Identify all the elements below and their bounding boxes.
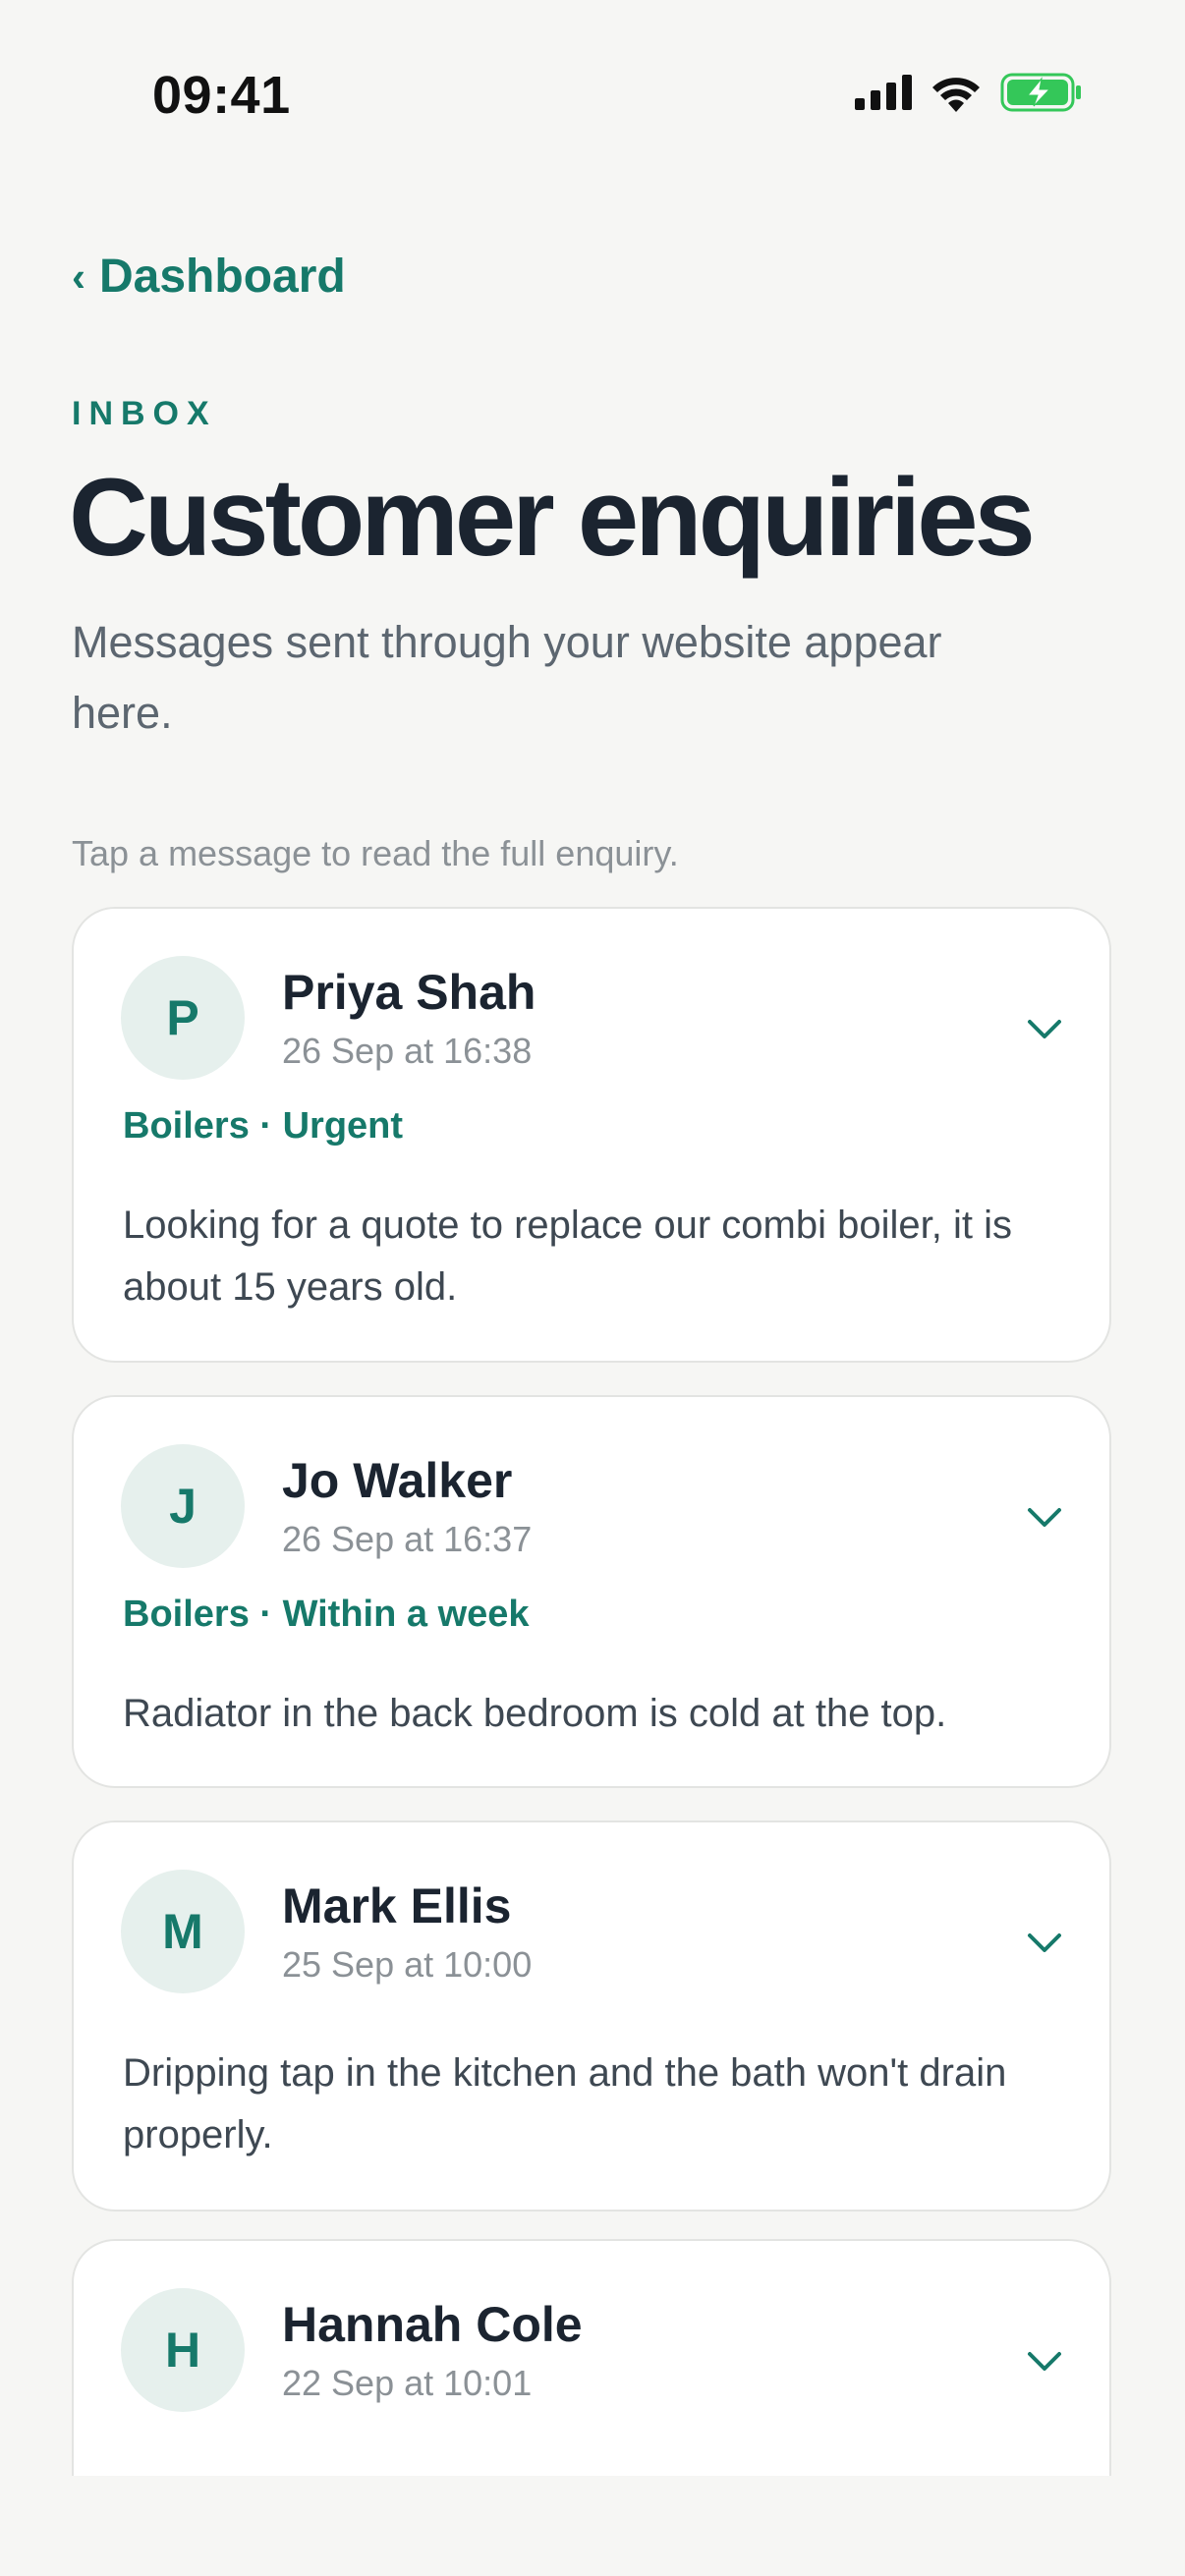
bottom-safe-area: [0, 2476, 1185, 2576]
sender-name: Priya Shah: [282, 965, 536, 1020]
enquiry-tag: Boilers · Urgent: [123, 1105, 404, 1147]
enquiry-card[interactable]: M Mark Ellis 25 Sep at 10:00 Dripping ta…: [72, 1820, 1111, 2212]
section-eyebrow: INBOX: [72, 395, 217, 432]
status-bar: 09:41: [0, 0, 1185, 187]
sender-name: Mark Ellis: [282, 1878, 512, 1933]
received-time: 22 Sep at 10:01: [282, 2363, 533, 2403]
chevron-down-icon[interactable]: [1027, 1932, 1062, 1954]
enquiry-card[interactable]: H Hannah Cole 22 Sep at 10:01 Can you se…: [72, 2239, 1111, 2476]
enquiry-tag: Boilers · Within a week: [123, 1594, 530, 1635]
received-time: 26 Sep at 16:38: [282, 1031, 533, 1071]
chevron-down-icon[interactable]: [1027, 2351, 1062, 2373]
received-time: 26 Sep at 16:37: [282, 1519, 533, 1559]
avatar: H: [121, 2288, 245, 2412]
avatar: J: [121, 1444, 245, 1568]
enquiry-message: Looking for a quote to replace our combi…: [123, 1204, 1012, 1309]
chevron-left-icon: ‹: [72, 252, 85, 300]
chevron-down-icon[interactable]: [1027, 1507, 1062, 1529]
chevron-down-icon[interactable]: [1027, 1019, 1062, 1040]
enquiry-message: Can you service our boiler before winter…: [123, 2461, 1066, 2476]
status-time: 09:41: [152, 66, 291, 125]
enquiry-message: Radiator in the back bedroom is cold at …: [123, 1692, 947, 1735]
wifi-icon: [932, 78, 980, 112]
back-link-label: Dashboard: [99, 251, 346, 303]
cellular-signal-icon: [855, 75, 912, 110]
avatar: M: [121, 1870, 245, 1993]
battery-charging-icon: [1000, 73, 1081, 112]
received-time: 25 Sep at 10:00: [282, 1944, 533, 1985]
back-to-dashboard-link[interactable]: ‹ Dashboard: [72, 250, 346, 304]
enquiry-list: P Priya Shah 26 Sep at 16:38 Boilers · U…: [72, 907, 1113, 2476]
status-icons: [855, 73, 1083, 112]
enquiry-card[interactable]: J Jo Walker 26 Sep at 16:37 Boilers · Wi…: [72, 1395, 1111, 1788]
enquiry-message: Dripping tap in the kitchen and the bath…: [123, 2051, 1007, 2156]
enquiry-card[interactable]: P Priya Shah 26 Sep at 16:38 Boilers · U…: [72, 907, 1111, 1363]
avatar: P: [121, 956, 245, 1080]
sender-name: Hannah Cole: [282, 2297, 583, 2352]
list-hint: Tap a message to read the full enquiry.: [72, 833, 679, 873]
sender-name: Jo Walker: [282, 1453, 513, 1508]
page-title: Customer enquiries: [69, 456, 1036, 579]
page-subtitle: Messages sent through your website appea…: [72, 617, 942, 738]
